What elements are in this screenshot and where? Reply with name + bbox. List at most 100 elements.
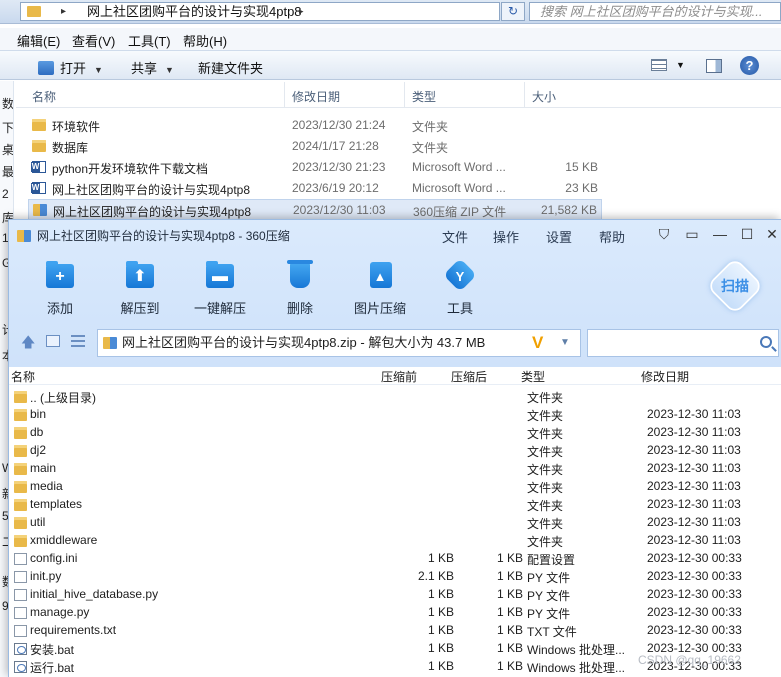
file-date: 2023/12/30 21:24 — [292, 118, 386, 132]
archive-path-field[interactable]: 网上社区团购平台的设计与实现4ptp8.zip - 解包大小为 43.7 MB … — [97, 329, 581, 357]
close-icon[interactable]: ✕ — [762, 225, 781, 243]
menu-view[interactable]: 查看(V) — [72, 31, 115, 50]
file-icon — [14, 589, 27, 601]
column-date[interactable]: 修改日期 — [292, 88, 340, 105]
archive-row[interactable]: dj2 文件夹 2023-12-30 11:03 — [9, 442, 781, 460]
archive-row[interactable]: requirements.txt 1 KB 1 KB TXT 文件 2023-12-30… — [9, 622, 781, 640]
help-icon[interactable]: ? — [740, 56, 759, 75]
menu-file[interactable]: 文件 — [442, 227, 468, 246]
archive-row[interactable]: db 文件夹 2023-12-30 11:03 — [9, 424, 781, 442]
breadcrumb-separator-icon[interactable]: ▸ — [61, 3, 66, 20]
column-size[interactable]: 大小 — [532, 88, 556, 105]
archive-row-modified: 2023-12-30 11:03 — [647, 461, 741, 475]
maximize-icon[interactable]: ☐ — [737, 225, 757, 243]
archive-row[interactable]: media 文件夹 2023-12-30 11:03 — [9, 478, 781, 496]
archive-row[interactable]: config.ini 1 KB 1 KB 配置设置 2023-12-30 00:33 — [9, 550, 781, 568]
menu-settings[interactable]: 设置 — [546, 227, 572, 246]
preview-pane-icon[interactable] — [706, 59, 722, 73]
nav-fragment[interactable]: 数 — [2, 95, 13, 112]
list-view-icon[interactable] — [71, 335, 85, 347]
image-compress-button[interactable]: ▲ 图片压缩 — [345, 260, 415, 320]
archive-row-modified: 2023-12-30 00:33 — [647, 605, 742, 619]
column-uncompressed[interactable]: 压缩后 — [451, 368, 487, 385]
file-row[interactable]: 数据库 2024/1/17 21:28 文件夹 — [28, 136, 602, 157]
archive-row-type: PY 文件 — [527, 571, 571, 585]
extract-to-button[interactable]: ⬆ 解压到 — [105, 260, 175, 320]
archive-row-type: 文件夹 — [527, 463, 564, 477]
file-row[interactable]: 网上社区团购平台的设计与实现4ptp8 2023/6/19 20:12 Micr… — [28, 178, 602, 199]
archive-row-modified: 2023-12-30 11:03 — [647, 425, 741, 439]
file-date: 2023/12/30 11:03 — [293, 203, 386, 217]
menu-help[interactable]: 帮助 — [599, 227, 625, 246]
archive-row-compressed: 1 KB — [427, 623, 454, 637]
address-breadcrumb[interactable]: ▸ 网上社区团购平台的设计与实现4ptp8 ▸ — [20, 2, 500, 21]
archive-row-modified: 2023-12-30 00:33 — [647, 587, 742, 601]
archive-row[interactable]: manage.py 1 KB 1 KB PY 文件 2023-12-30 00:33 — [9, 604, 781, 622]
breadcrumb-current[interactable]: 网上社区团购平台的设计与实现4ptp8 — [87, 3, 302, 20]
archive-row-type: 文件夹 — [527, 445, 564, 459]
skin-shirt-icon[interactable]: ⛉ — [654, 225, 674, 243]
nav-fragment[interactable]: 下 — [2, 119, 13, 136]
archive-row[interactable]: initial_hive_database.py 1 KB 1 KB PY 文件 202… — [9, 586, 781, 604]
breadcrumb-arrow-icon[interactable]: ▸ — [299, 3, 304, 20]
open-button[interactable]: 打开 ▼ — [38, 58, 103, 77]
archive-row-uncompressed: 1 KB — [496, 569, 523, 583]
view-dropdown-icon[interactable]: ▼ — [676, 60, 685, 70]
scan-button[interactable]: 扫描 — [706, 257, 764, 315]
archive-row[interactable]: util 文件夹 2023-12-30 11:03 — [9, 514, 781, 532]
add-icon: + — [44, 260, 76, 290]
file-row[interactable]: python开发环境软件下载文档 2023/12/30 21:23 Micros… — [28, 157, 602, 178]
file-row-selected[interactable]: 网上社区团购平台的设计与实现4ptp8 2023/12/30 11:03 360… — [28, 199, 602, 220]
archive-row-type: 文件夹 — [527, 391, 564, 405]
column-divider[interactable] — [524, 82, 525, 108]
archive-search-input[interactable] — [587, 329, 779, 357]
file-name: 数据库 — [52, 141, 89, 155]
menu-edit[interactable]: 编辑(E) — [17, 31, 60, 50]
archive-row-name: init.py — [30, 569, 62, 583]
archive-row[interactable]: main 文件夹 2023-12-30 11:03 — [9, 460, 781, 478]
archive-row-name: util — [30, 515, 46, 529]
archive-row[interactable]: xmiddleware 文件夹 2023-12-30 11:03 — [9, 532, 781, 550]
refresh-button[interactable]: ↻ — [501, 2, 525, 21]
add-button[interactable]: + 添加 — [25, 260, 95, 320]
tools-button[interactable]: Y 工具 — [425, 258, 495, 320]
column-modified[interactable]: 修改日期 — [641, 368, 689, 385]
column-type[interactable]: 类型 — [521, 368, 545, 385]
archive-row[interactable]: .. (上级目录) 文件夹 — [9, 388, 781, 406]
column-divider[interactable] — [404, 82, 405, 108]
nav-fragment[interactable]: 桌 — [2, 141, 13, 158]
archive-row-name: main — [30, 461, 57, 475]
thumbnail-view-icon[interactable] — [46, 335, 60, 347]
menu-help[interactable]: 帮助(H) — [183, 31, 227, 50]
explorer-search-input[interactable]: 搜索 网上社区团购平台的设计与实现... — [529, 2, 781, 21]
minimize-icon[interactable]: — — [710, 225, 730, 243]
folder-icon — [14, 445, 27, 457]
up-arrow-icon[interactable]: 🡅 — [21, 332, 35, 350]
folder-icon — [32, 119, 46, 131]
archive-row[interactable]: templates 文件夹 2023-12-30 11:03 — [9, 496, 781, 514]
search-icon[interactable] — [760, 336, 772, 348]
new-folder-button[interactable]: 新建文件夹 — [198, 58, 263, 77]
v-badge-icon[interactable]: V — [532, 330, 543, 356]
column-type[interactable]: 类型 — [412, 88, 436, 105]
delete-button[interactable]: 删除 — [265, 260, 335, 320]
view-options-icon[interactable] — [651, 59, 667, 71]
archive-row[interactable]: init.py 2.1 KB 1 KB PY 文件 2023-12-30 00:33 — [9, 568, 781, 586]
explorer-menu-bar: 编辑(E) 查看(V) 工具(T) 帮助(H) — [0, 28, 781, 50]
nav-fragment[interactable]: 2 — [2, 187, 9, 201]
feedback-icon[interactable]: ▭ — [682, 225, 702, 243]
archive-row[interactable]: bin 文件夹 2023-12-30 11:03 — [9, 406, 781, 424]
chevron-down-icon[interactable]: ▼ — [560, 330, 570, 356]
one-click-extract-button[interactable]: ▬ 一键解压 — [185, 260, 255, 320]
nav-fragment[interactable]: 最 — [2, 163, 13, 180]
column-divider[interactable] — [284, 82, 285, 108]
menu-operation[interactable]: 操作 — [493, 227, 519, 246]
column-name[interactable]: 名称 — [11, 368, 35, 385]
share-button[interactable]: 共享 ▼ — [131, 58, 174, 77]
column-name[interactable]: 名称 — [32, 88, 56, 105]
batch-file-icon — [14, 661, 27, 673]
menu-tools[interactable]: 工具(T) — [128, 31, 171, 50]
column-compressed[interactable]: 压缩前 — [381, 368, 417, 385]
file-row[interactable]: 环境软件 2023/12/30 21:24 文件夹 — [28, 115, 602, 136]
chevron-down-icon: ▼ — [94, 65, 103, 75]
